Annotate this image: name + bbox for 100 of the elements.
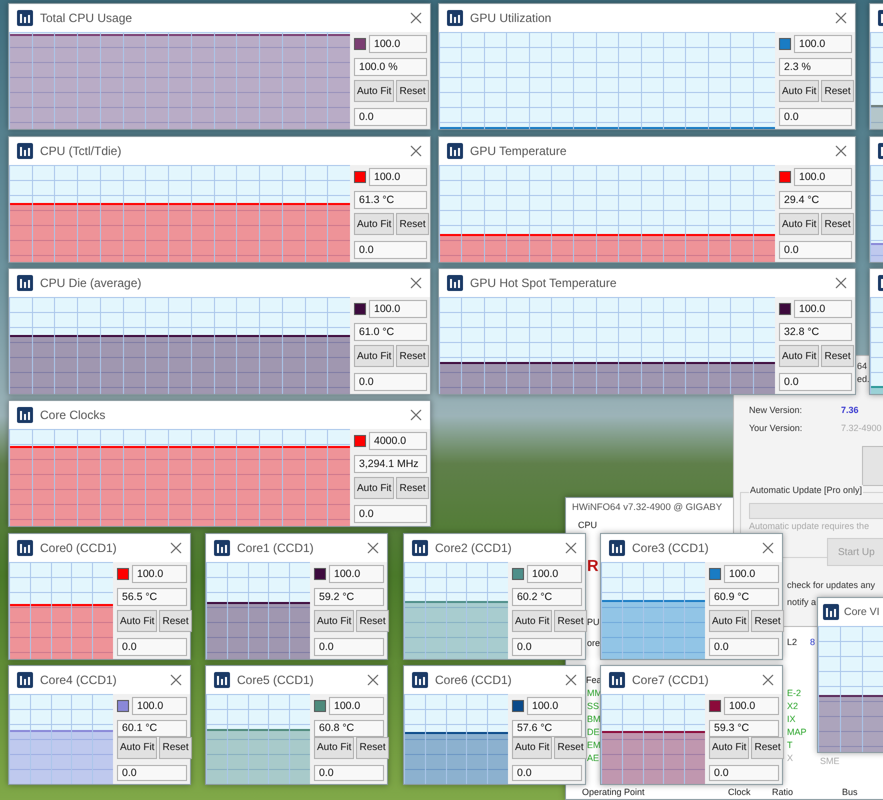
- min-value-field[interactable]: 0.0: [512, 764, 582, 781]
- color-swatch[interactable]: [512, 700, 524, 712]
- close-icon[interactable]: [170, 542, 182, 554]
- min-value-field[interactable]: 0.0: [314, 638, 384, 656]
- auto-fit-button[interactable]: Auto Fit: [117, 736, 158, 758]
- min-value-field[interactable]: 0.0: [709, 764, 779, 781]
- min-value-field[interactable]: 0.0: [117, 638, 187, 656]
- min-value-field[interactable]: 0.0: [354, 108, 427, 126]
- reset-button[interactable]: Reset: [554, 610, 587, 632]
- close-icon[interactable]: [835, 277, 847, 289]
- color-swatch[interactable]: [354, 38, 366, 50]
- max-value-field[interactable]: 100.0: [329, 697, 384, 715]
- max-value-field[interactable]: 100.0: [527, 565, 582, 583]
- color-swatch[interactable]: [512, 568, 524, 580]
- close-icon[interactable]: [367, 542, 379, 554]
- color-swatch[interactable]: [314, 568, 326, 580]
- min-value-field[interactable]: 0.0: [354, 241, 427, 259]
- color-swatch[interactable]: [709, 700, 721, 712]
- color-swatch[interactable]: [779, 38, 791, 50]
- min-value-field[interactable]: 0.0: [354, 505, 427, 523]
- min-value-field[interactable]: 0.0: [709, 638, 779, 656]
- max-value-field[interactable]: 100.0: [794, 35, 852, 53]
- close-icon[interactable]: [367, 674, 379, 686]
- max-value-field[interactable]: 100.0: [369, 168, 427, 186]
- auto-fit-button[interactable]: Auto Fit: [117, 610, 158, 632]
- color-swatch[interactable]: [779, 171, 791, 183]
- max-value-field[interactable]: 100.0: [724, 697, 779, 715]
- max-value-field[interactable]: 100.0: [369, 35, 427, 53]
- auto-fit-button[interactable]: Auto Fit: [314, 610, 354, 632]
- text-fragment: X2: [787, 701, 798, 712]
- reset-button[interactable]: Reset: [554, 736, 587, 758]
- close-icon[interactable]: [410, 277, 422, 289]
- reset-button[interactable]: Reset: [396, 345, 429, 367]
- reset-button[interactable]: Reset: [396, 213, 429, 235]
- auto-fit-button[interactable]: Auto Fit: [512, 736, 552, 758]
- close-icon[interactable]: [565, 542, 577, 554]
- reset-button[interactable]: Reset: [821, 213, 854, 235]
- min-value-field[interactable]: 0.0: [779, 373, 852, 391]
- reset-button[interactable]: Reset: [159, 610, 192, 632]
- min-value-field[interactable]: 0.0: [779, 108, 852, 126]
- reset-button[interactable]: Reset: [356, 610, 389, 632]
- color-swatch[interactable]: [117, 700, 129, 712]
- min-value-field[interactable]: 0.0: [117, 764, 187, 781]
- min-value-field[interactable]: 0.0: [512, 638, 582, 656]
- color-swatch[interactable]: [354, 435, 366, 447]
- max-value-field[interactable]: 100.0: [724, 565, 779, 583]
- color-swatch[interactable]: [117, 568, 129, 580]
- auto-fit-button[interactable]: Auto Fit: [354, 213, 394, 235]
- value-readout: 59.3 °C: [709, 720, 779, 736]
- auto-fit-button[interactable]: Auto Fit: [779, 213, 820, 235]
- auto-fit-button[interactable]: Auto Fit: [779, 345, 820, 367]
- auto-fit-button[interactable]: Auto Fit: [354, 345, 394, 367]
- window-title: Core4 (CCD1): [40, 673, 118, 687]
- max-value-field[interactable]: 100.0: [527, 697, 582, 715]
- close-icon[interactable]: [762, 674, 774, 686]
- reset-button[interactable]: Reset: [356, 736, 389, 758]
- max-value-field[interactable]: 4000.0: [369, 432, 427, 450]
- reset-button[interactable]: Reset: [751, 736, 784, 758]
- reset-button[interactable]: Reset: [159, 736, 192, 758]
- color-swatch[interactable]: [354, 303, 366, 315]
- close-icon[interactable]: [410, 145, 422, 157]
- reset-button[interactable]: Reset: [821, 345, 854, 367]
- min-value-field[interactable]: 0.0: [779, 241, 852, 259]
- max-value-field[interactable]: 100.0: [132, 565, 187, 583]
- max-value-field[interactable]: 100.0: [369, 300, 427, 318]
- close-icon[interactable]: [565, 674, 577, 686]
- text-fragment: Bus: [842, 787, 858, 798]
- auto-fit-button[interactable]: Auto Fit: [354, 477, 394, 499]
- max-value-field[interactable]: 100.0: [132, 697, 187, 715]
- max-value-field[interactable]: 100.0: [329, 565, 384, 583]
- auto-fit-button[interactable]: Auto Fit: [354, 80, 394, 102]
- window-title: CPU (Tctl/Tdie): [40, 144, 122, 158]
- max-value-field[interactable]: 100.0: [794, 300, 852, 318]
- reset-button[interactable]: Reset: [396, 80, 429, 102]
- close-icon[interactable]: [835, 145, 847, 157]
- auto-fit-button[interactable]: Auto Fit: [779, 80, 820, 102]
- close-icon[interactable]: [762, 542, 774, 554]
- min-value-field[interactable]: 0.0: [354, 373, 427, 391]
- auto-fit-button[interactable]: Auto Fit: [512, 610, 552, 632]
- color-swatch[interactable]: [709, 568, 721, 580]
- close-icon[interactable]: [410, 12, 422, 24]
- close-icon[interactable]: [835, 12, 847, 24]
- auto-fit-button[interactable]: Auto Fit: [709, 736, 750, 758]
- close-icon[interactable]: [410, 409, 422, 421]
- window-title: Core Clocks: [40, 408, 106, 422]
- reset-button[interactable]: Reset: [396, 477, 429, 499]
- auto-fit-button[interactable]: Auto Fit: [314, 736, 354, 758]
- close-icon[interactable]: [170, 674, 182, 686]
- auto-fit-button[interactable]: Auto Fit: [709, 610, 750, 632]
- reset-button[interactable]: Reset: [751, 610, 784, 632]
- min-value-field[interactable]: 0.0: [314, 764, 384, 781]
- color-swatch[interactable]: [314, 700, 326, 712]
- color-swatch[interactable]: [354, 171, 366, 183]
- max-value-field[interactable]: 100.0: [794, 168, 852, 186]
- text-fragment: Operating Point: [582, 787, 645, 798]
- app-icon: [447, 10, 463, 26]
- reset-button[interactable]: Reset: [821, 80, 854, 102]
- text-fragment: PU: [587, 617, 600, 628]
- app-icon: [609, 672, 625, 688]
- color-swatch[interactable]: [779, 303, 791, 315]
